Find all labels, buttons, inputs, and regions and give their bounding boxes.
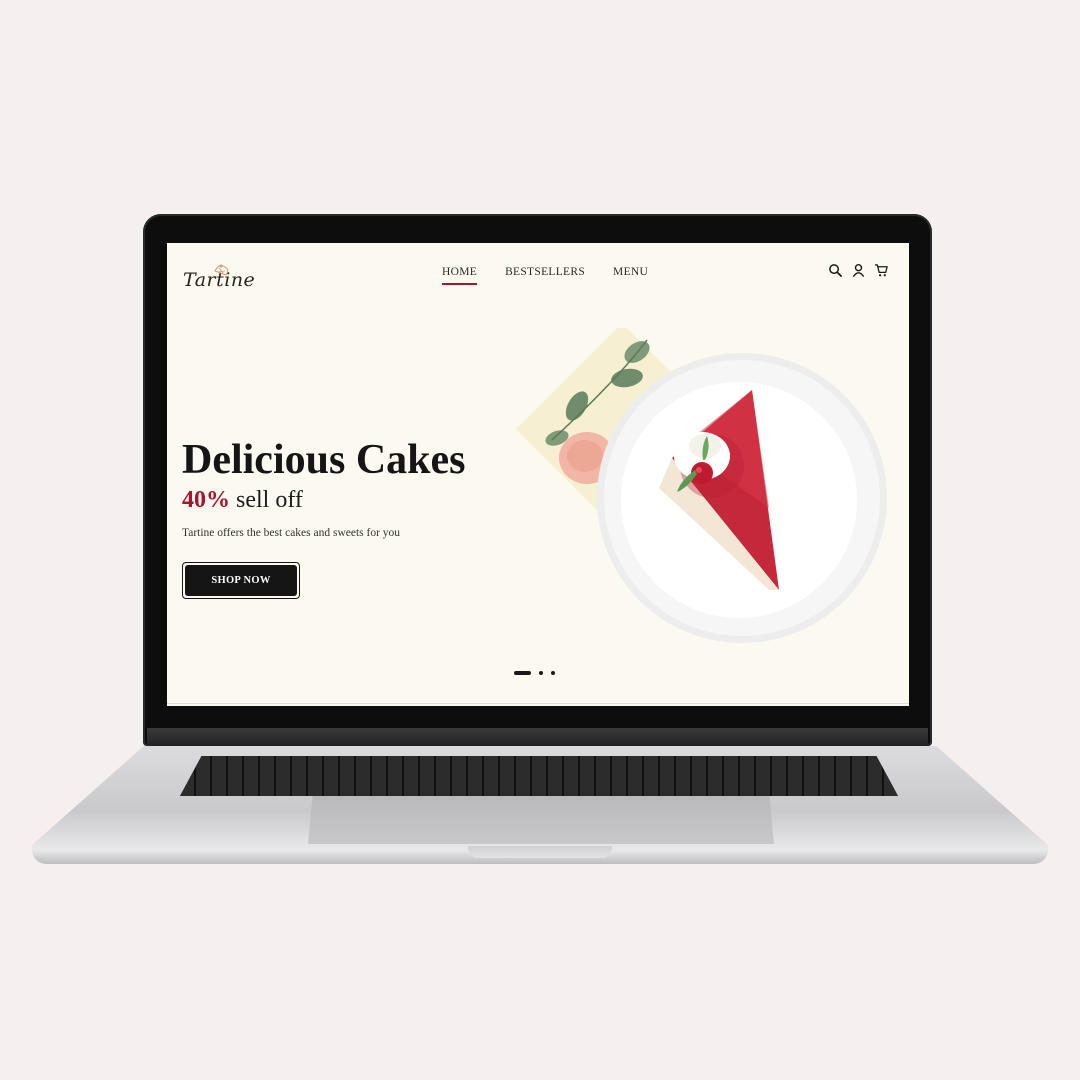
- laptop-trackpad: [308, 796, 774, 844]
- discount-suffix: sell off: [236, 487, 303, 513]
- laptop-keyboard: [180, 756, 898, 796]
- carousel-dot-3[interactable]: [551, 671, 555, 675]
- shop-now-label: SHOP NOW: [185, 565, 297, 596]
- nav-icons: [828, 263, 889, 278]
- hero-cake-image: [515, 328, 887, 643]
- nav-item-home[interactable]: HOME: [442, 266, 478, 285]
- hero-description: Tartine offers the best cakes and sweets…: [182, 527, 401, 539]
- laptop-notch: [468, 846, 612, 858]
- nav-item-menu[interactable]: MENU: [613, 266, 648, 278]
- carousel-indicators: [514, 671, 555, 675]
- brand-name: Tartine: [183, 269, 256, 291]
- search-icon[interactable]: [828, 263, 843, 278]
- user-icon[interactable]: [851, 263, 866, 278]
- carousel-dot-1[interactable]: [514, 671, 531, 675]
- laptop-hinge: [147, 728, 928, 748]
- nav-item-bestsellers[interactable]: BESTSELLERS: [505, 266, 585, 278]
- hero-title: Delicious Cakes: [182, 437, 466, 483]
- discount-percent: 40%: [182, 487, 230, 513]
- cart-icon[interactable]: [874, 263, 889, 278]
- nav-menu: HOME BESTSELLERS MENU: [442, 266, 648, 285]
- navbar: Tartine HOME BESTSELLERS MENU: [167, 243, 909, 303]
- website-screen: Tartine HOME BESTSELLERS MENU Delicious …: [167, 243, 909, 706]
- carousel-dot-2[interactable]: [539, 671, 543, 675]
- brand-logo[interactable]: Tartine: [181, 261, 261, 295]
- hero-subtitle: 40% sell off: [182, 487, 303, 514]
- shop-now-button[interactable]: SHOP NOW: [182, 562, 300, 599]
- screen-divider: [167, 703, 909, 704]
